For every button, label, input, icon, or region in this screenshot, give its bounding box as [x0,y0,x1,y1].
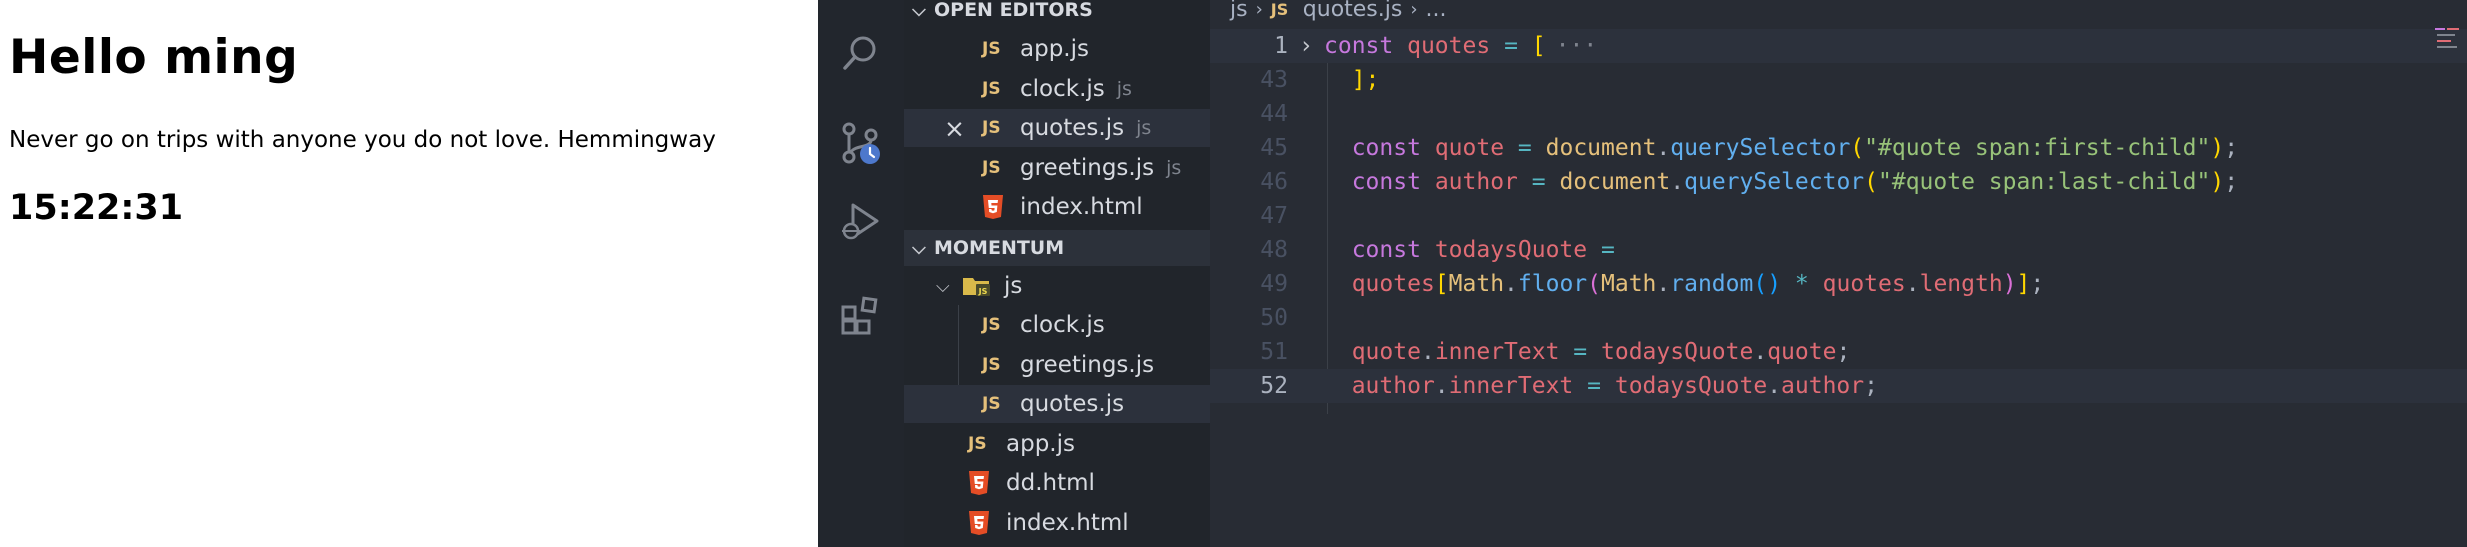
js-file-icon: JS [982,79,1001,99]
code-line-1[interactable]: 1 › const quotes = [··· [1210,29,2467,63]
file-name: app.js [1006,431,1075,457]
line-number: 44 [1260,101,1288,127]
code-text: quote.innerText = todaysQuote.quote; [1351,339,1851,365]
breadcrumb: js › JS quotes.js › ... [1230,0,1447,24]
code-editor[interactable]: js › JS quotes.js › ... 1 › const quotes… [1210,0,2467,547]
code-line-43[interactable]: 43 ]; [1210,63,2467,97]
open-editor-index-html[interactable]: index.html [904,188,1210,226]
code-text: const quote = document.querySelector("#q… [1351,135,2239,161]
tree-file-dd-html[interactable]: dd.html [904,464,1210,502]
js-file-icon: JS [982,394,1001,414]
run-debug-icon[interactable] [838,198,884,244]
file-name: dd.html [1006,470,1095,496]
code-line-50[interactable]: 50 [1210,301,2467,335]
breadcrumb-folder[interactable]: js [1230,0,1248,22]
chevron-down-icon: ⌵ [936,275,950,297]
line-number: 47 [1260,203,1288,229]
js-file-icon: JS [982,39,1001,59]
file-dir: js [1166,157,1182,179]
clock: 15:22:31 [9,188,184,228]
line-number: 51 [1260,339,1288,365]
file-name: app.js [1020,36,1089,62]
code-line-47[interactable]: 47 [1210,199,2467,233]
breadcrumb-symbol[interactable]: ... [1426,0,1447,22]
chevron-down-icon: ⌵ [912,237,926,259]
file-name: quotes.js [1020,391,1125,417]
code-text: author.innerText = todaysQuote.author; [1351,373,1878,399]
vscode-window: ⌵ OPEN EDITORS JS app.js JS clock.js js … [818,0,2467,547]
js-folder-icon: JS [962,274,992,298]
html5-icon [968,470,990,496]
chevron-right-icon[interactable]: › [1288,33,1324,59]
file-dir: js [1116,78,1132,100]
file-name: clock.js [1020,76,1105,102]
line-number: 46 [1260,169,1288,195]
line-number: 48 [1260,237,1288,263]
open-editor-app-js[interactable]: JS app.js [904,30,1210,68]
line-number: 52 [1260,373,1288,399]
file-name: greetings.js [1020,155,1155,181]
explorer-sidebar: ⌵ OPEN EDITORS JS app.js JS clock.js js … [904,0,1210,547]
code-text: quotes[Math.floor(Math.random() * quotes… [1351,271,2045,297]
js-file-icon: JS [968,434,987,454]
chevron-right-icon: › [1410,0,1418,20]
file-name: greetings.js [1020,352,1155,378]
fold-ellipsis: ··· [1555,33,1598,59]
file-name: clock.js [1020,312,1105,338]
line-number: 1 [1274,33,1288,59]
page-heading: Hello ming [9,30,299,85]
browser-preview: Hello ming Never go on trips with anyone… [0,0,818,547]
close-icon[interactable]: × [944,114,965,143]
html5-icon [982,194,1004,220]
quote-text: Never go on trips with anyone you do not… [9,127,716,153]
breadcrumb-file[interactable]: quotes.js [1303,0,1403,22]
workspace-header[interactable]: ⌵ MOMENTUM [904,230,1210,266]
open-editors-header[interactable]: ⌵ OPEN EDITORS [904,0,1210,28]
chevron-down-icon: ⌵ [912,0,926,21]
file-name: index.html [1020,194,1143,220]
open-editor-clock-js[interactable]: JS clock.js js [904,70,1210,108]
js-file-icon: JS [1270,0,1289,19]
code-line-46[interactable]: 46 const author = document.querySelector… [1210,165,2467,199]
code-line-45[interactable]: 45 const quote = document.querySelector(… [1210,131,2467,165]
line-number: 49 [1260,271,1288,297]
tree-file-app-js[interactable]: JS app.js [904,425,1210,463]
line-number: 50 [1260,305,1288,331]
tree-file-quotes-js[interactable]: JS quotes.js [904,385,1210,423]
svg-text:JS: JS [978,287,988,296]
code-text: const todaysQuote = [1351,237,1615,263]
file-dir: js [1136,117,1152,139]
code-line-49[interactable]: 49 quotes[Math.floor(Math.random() * quo… [1210,267,2467,301]
file-name: index.html [1006,510,1129,536]
tree-file-index-html[interactable]: index.html [904,504,1210,542]
tree-file-greetings-js[interactable]: JS greetings.js [904,346,1210,384]
code-text: const quotes = [··· [1324,33,1598,59]
line-number: 45 [1260,135,1288,161]
extensions-icon[interactable] [838,292,884,338]
js-file-icon: JS [982,118,1001,138]
js-file-icon: JS [982,158,1001,178]
search-icon[interactable] [838,30,884,76]
code-text: const author = document.querySelector("#… [1351,169,2239,195]
line-number: 43 [1260,67,1288,93]
code-line-52[interactable]: 52 author.innerText = todaysQuote.author… [1210,369,2467,403]
open-editor-quotes-js[interactable]: × JS quotes.js js [904,109,1210,147]
tree-folder-js[interactable]: ⌵ JS js [904,267,1210,305]
chevron-right-icon: › [1255,0,1263,20]
html5-icon [968,510,990,536]
source-control-icon[interactable] [838,120,884,166]
code-line-44[interactable]: 44 [1210,97,2467,131]
code-line-51[interactable]: 51 quote.innerText = todaysQuote.quote; [1210,335,2467,369]
folder-name: js [1004,273,1023,299]
minimap[interactable] [2433,24,2463,54]
js-file-icon: JS [982,355,1001,375]
js-file-icon: JS [982,315,1001,335]
code-text: ]; [1351,67,1380,93]
tree-file-clock-js[interactable]: JS clock.js [904,306,1210,344]
open-editor-greetings-js[interactable]: JS greetings.js js [904,149,1210,187]
file-name: quotes.js [1020,115,1125,141]
activity-bar [818,0,904,547]
code-line-48[interactable]: 48 const todaysQuote = [1210,233,2467,267]
